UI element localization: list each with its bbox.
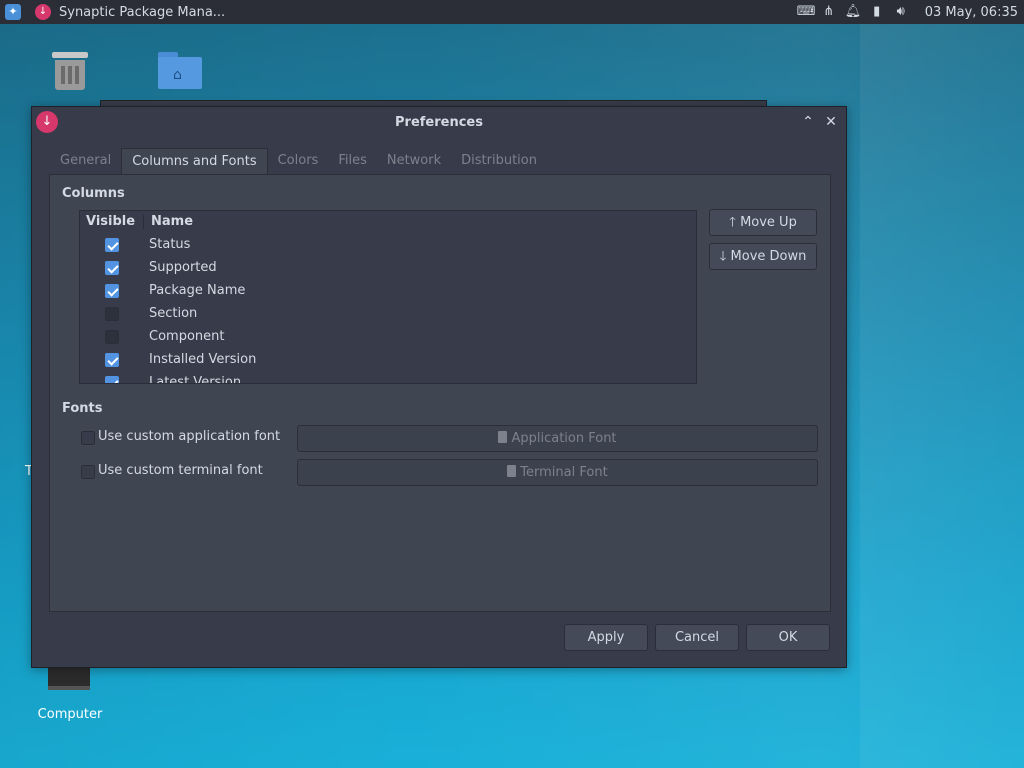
volume-icon[interactable]: 🔊︎ (893, 4, 909, 20)
whisker-menu-icon[interactable]: ✦ (5, 4, 21, 20)
header-name[interactable]: Name (151, 214, 193, 229)
tab-colors[interactable]: Colors (268, 148, 329, 174)
dialog-title: Preferences (395, 114, 483, 130)
tab-columns-and-fonts[interactable]: Columns and Fonts (121, 148, 268, 174)
computer-label[interactable]: Computer (30, 707, 110, 722)
application-font-button[interactable]: Application Font (297, 425, 818, 452)
move-up-button[interactable]: 🡑 Move Up (709, 209, 817, 236)
list-item[interactable]: Installed Version (80, 349, 696, 372)
computer-icon[interactable] (48, 664, 92, 694)
visible-checkbox[interactable] (105, 307, 119, 321)
list-item[interactable]: Section (80, 303, 696, 326)
font-file-icon (498, 431, 508, 443)
network-icon[interactable]: ⋔ (821, 4, 837, 20)
move-down-button[interactable]: 🡓 Move Down (709, 243, 817, 270)
terminal-font-label: Terminal Font (520, 465, 608, 480)
tab-files[interactable]: Files (328, 148, 377, 174)
columns-list[interactable]: Visible Name Status Supported Package Name… (79, 210, 697, 384)
column-name: Supported (149, 260, 217, 275)
move-up-label: Move Up (740, 215, 797, 230)
font-file-icon (507, 465, 517, 477)
terminal-font-button[interactable]: Terminal Font (297, 459, 818, 486)
system-tray: ⌨ ⋔ 🔔︎ ▮ 🔊︎ 03 May, 06:35 (797, 0, 1024, 24)
list-header: Visible Name (80, 211, 696, 233)
list-item[interactable]: Supported (80, 257, 696, 280)
tab-distribution[interactable]: Distribution (451, 148, 547, 174)
arrow-down-icon: 🡓 (719, 249, 727, 264)
clock[interactable]: 03 May, 06:35 (925, 5, 1018, 20)
header-visible[interactable]: Visible (86, 214, 135, 229)
tab-general[interactable]: General (50, 148, 121, 174)
notification-icon[interactable]: 🔔︎ (845, 4, 862, 20)
synaptic-icon: ↓ (35, 4, 51, 20)
app-font-checkbox[interactable] (81, 431, 95, 445)
trash-icon[interactable] (52, 50, 88, 90)
column-name: Status (149, 237, 191, 252)
list-item[interactable]: Component (80, 326, 696, 349)
column-name: Latest Version (149, 375, 242, 384)
list-item[interactable]: Latest Version (80, 372, 696, 384)
arrow-up-icon: 🡑 (729, 215, 736, 230)
maximize-button[interactable]: ⌃ (799, 113, 817, 131)
columns-section-title: Columns (62, 186, 125, 201)
visible-checkbox[interactable] (105, 353, 119, 367)
synaptic-app-icon: ↓ (36, 111, 58, 133)
column-name: Component (149, 329, 225, 344)
tab-bar: General Columns and Fonts Colors Files N… (50, 148, 547, 174)
apply-button[interactable]: Apply (564, 624, 648, 651)
fonts-section-title: Fonts (62, 401, 103, 416)
ok-button[interactable]: OK (746, 624, 830, 651)
application-font-label: Application Font (511, 431, 617, 446)
cancel-button[interactable]: Cancel (655, 624, 739, 651)
term-font-checkbox[interactable] (81, 465, 95, 479)
home-folder-icon[interactable]: ⌂ (158, 52, 202, 90)
wallpaper-band (860, 24, 1024, 768)
visible-checkbox[interactable] (105, 284, 119, 298)
tab-network[interactable]: Network (377, 148, 451, 174)
taskbar-synaptic[interactable]: ↓ Synaptic Package Mana... (27, 0, 233, 24)
list-item[interactable]: Status (80, 234, 696, 257)
visible-checkbox[interactable] (105, 330, 119, 344)
visible-checkbox[interactable] (105, 238, 119, 252)
tab-content: Columns Visible Name Status Supported Pack… (49, 174, 831, 612)
battery-icon[interactable]: ▮ (869, 4, 885, 20)
term-font-row: Use custom terminal font Terminal Font (81, 459, 821, 486)
close-button[interactable]: ✕ (822, 113, 840, 131)
column-name: Package Name (149, 283, 246, 298)
visible-checkbox[interactable] (105, 261, 119, 275)
top-panel: ✦ ↓ Synaptic Package Mana... ⌨ ⋔ 🔔︎ ▮ 🔊︎… (0, 0, 1024, 24)
app-font-row: Use custom application font Application … (81, 425, 821, 452)
taskbar-title: Synaptic Package Mana... (59, 4, 226, 20)
term-font-check-label[interactable]: Use custom terminal font (98, 463, 263, 478)
dialog-titlebar[interactable]: ↓ Preferences ⌃ ✕ (32, 107, 846, 137)
column-name: Installed Version (149, 352, 257, 367)
visible-checkbox[interactable] (105, 376, 119, 383)
preferences-dialog: ↓ Preferences ⌃ ✕ General Columns and Fo… (31, 106, 847, 668)
list-item[interactable]: Package Name (80, 280, 696, 303)
move-down-label: Move Down (730, 249, 807, 264)
app-font-check-label[interactable]: Use custom application font (98, 429, 280, 444)
keyboard-icon[interactable]: ⌨ (797, 4, 816, 20)
column-name: Section (149, 306, 198, 321)
